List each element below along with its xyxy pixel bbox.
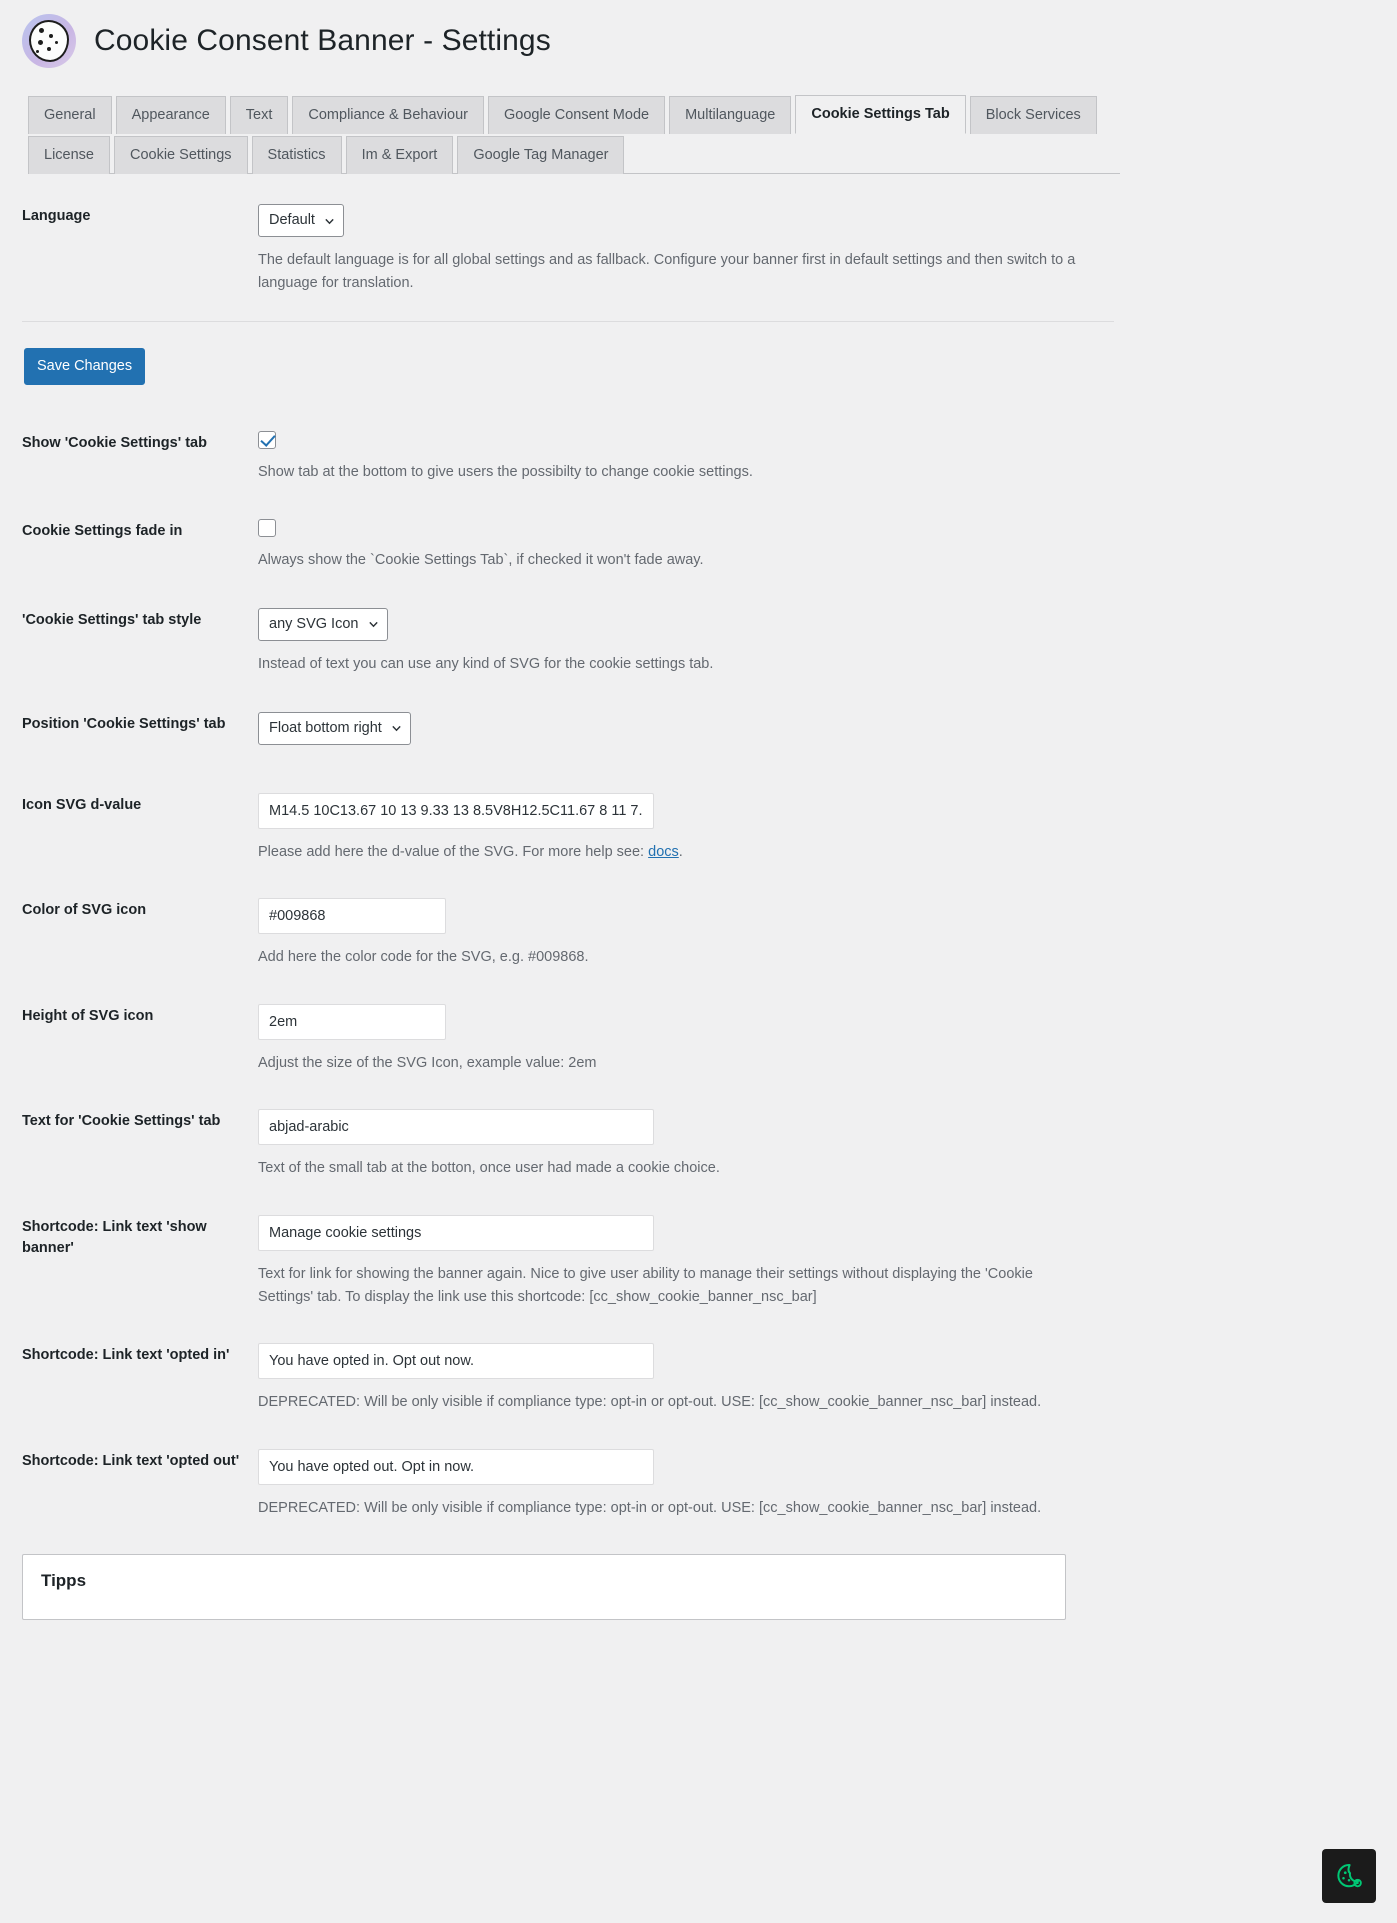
row-tab-style: 'Cookie Settings' tab style any SVG Icon… <box>22 572 1114 676</box>
label-svg-color: Color of SVG icon <box>22 902 147 919</box>
tab-cookie-settings[interactable]: Cookie Settings <box>113 136 248 175</box>
language-select[interactable]: Default <box>258 204 344 238</box>
fade-in-checkbox[interactable] <box>258 518 276 537</box>
label-tab-text: Text for 'Cookie Settings' tab <box>22 1113 221 1130</box>
tab-appearance[interactable]: Appearance <box>115 96 226 135</box>
svg-height-input[interactable] <box>258 1003 446 1040</box>
tab-cookie-settings-tab[interactable]: Cookie Settings Tab <box>795 95 966 135</box>
desc-svg-d-value: Please add here the d-value of the SVG. … <box>258 841 1088 864</box>
desc-tab-style: Instead of text you can use any kind of … <box>258 655 714 672</box>
docs-link[interactable]: docs <box>648 844 679 860</box>
tab-block-services[interactable]: Block Services <box>969 96 1097 135</box>
row-shortcode-opted-in: Shortcode: Link text 'opted in' DEPRECAT… <box>22 1309 1114 1414</box>
tab-multilanguage[interactable]: Multilanguage <box>669 96 792 135</box>
label-show-tab: Show 'Cookie Settings' tab <box>22 435 207 452</box>
tab-im-export[interactable]: Im & Export <box>345 136 454 175</box>
tab-text-input[interactable] <box>258 1109 654 1146</box>
svg-color-input[interactable] <box>258 898 446 935</box>
label-shortcode-opted-out: Shortcode: Link text 'opted out' <box>22 1452 240 1469</box>
row-tab-text: Text for 'Cookie Settings' tab Text of t… <box>22 1075 1114 1180</box>
row-language: Language Default The default language is… <box>22 178 1114 295</box>
settings-form: Language Default The default language is… <box>22 174 1114 1520</box>
tab-row-2: License Cookie Settings Statistics Im & … <box>28 135 1120 175</box>
tab-compliance-behaviour[interactable]: Compliance & Behaviour <box>292 96 484 135</box>
cookie-settings-float-button[interactable] <box>1322 1849 1376 1903</box>
label-svg-height: Height of SVG icon <box>22 1007 154 1024</box>
label-tab-position: Position 'Cookie Settings' tab <box>22 715 226 732</box>
tab-statistics[interactable]: Statistics <box>251 136 342 175</box>
desc-shortcode-show-banner: Text for link for showing the banner aga… <box>258 1265 1033 1305</box>
label-fade-in: Cookie Settings fade in <box>22 522 183 539</box>
desc-svg-color: Add here the color code for the SVG, e.g… <box>258 949 589 966</box>
label-shortcode-show-banner: Shortcode: Link text 'show banner' <box>22 1218 207 1256</box>
shortcode-opted-out-input[interactable] <box>258 1448 654 1485</box>
desc-language: The default language is for all global s… <box>258 252 1076 292</box>
page-title: Cookie Consent Banner - Settings <box>94 24 551 57</box>
save-changes-button[interactable]: Save Changes <box>24 348 146 386</box>
label-shortcode-opted-in: Shortcode: Link text 'opted in' <box>22 1347 230 1364</box>
row-tab-position: Position 'Cookie Settings' tab Float bot… <box>22 676 1114 745</box>
label-svg-d-value: Icon SVG d-value <box>22 796 142 813</box>
row-shortcode-opted-out: Shortcode: Link text 'opted out' DEPRECA… <box>22 1415 1114 1520</box>
shortcode-show-banner-input[interactable] <box>258 1214 654 1251</box>
cookie-icon <box>22 14 76 68</box>
row-cookie-settings-fade-in: Cookie Settings fade in Always show the … <box>22 485 1114 572</box>
tab-row-1: General Appearance Text Compliance & Beh… <box>28 94 1120 135</box>
row-icon-svg-d-value: Icon SVG d-value Please add here the d-v… <box>22 745 1114 864</box>
save-block: Save Changes <box>24 348 1114 386</box>
row-svg-color: Color of SVG icon Add here the color cod… <box>22 864 1114 969</box>
desc-tab-text: Text of the small tab at the botton, onc… <box>258 1160 720 1177</box>
tab-google-consent-mode[interactable]: Google Consent Mode <box>487 96 666 135</box>
desc-svg-d-value-before: Please add here the d-value of the SVG. … <box>258 843 649 860</box>
settings-tabs: General Appearance Text Compliance & Beh… <box>28 94 1120 175</box>
desc-fade-in: Always show the `Cookie Settings Tab`, i… <box>258 551 704 568</box>
tab-license[interactable]: License <box>28 136 110 175</box>
tab-text[interactable]: Text <box>229 96 289 135</box>
tab-position-select[interactable]: Float bottom right <box>258 711 411 745</box>
label-tab-style: 'Cookie Settings' tab style <box>22 611 202 628</box>
tab-general[interactable]: General <box>28 96 112 135</box>
desc-svg-height: Adjust the size of the SVG Icon, example… <box>258 1054 597 1071</box>
label-language: Language <box>22 208 91 225</box>
show-tab-checkbox[interactable] <box>258 431 276 450</box>
divider <box>22 321 1114 323</box>
row-shortcode-show-banner: Shortcode: Link text 'show banner' Text … <box>22 1181 1114 1310</box>
desc-shortcode-opted-in: DEPRECATED: Will be only visible if comp… <box>258 1394 1042 1411</box>
desc-shortcode-opted-out: DEPRECATED: Will be only visible if comp… <box>258 1499 1042 1516</box>
row-show-cookie-settings-tab: Show 'Cookie Settings' tab Show tab at t… <box>22 385 1114 484</box>
tipps-title: Tipps <box>41 1571 87 1591</box>
svg-d-value-input[interactable] <box>258 792 654 829</box>
cookie-settings-icon <box>1337 1863 1362 1888</box>
tab-style-select[interactable]: any SVG Icon <box>258 607 388 641</box>
desc-show-tab: Show tab at the bottom to give users the… <box>258 464 753 481</box>
tab-google-tag-manager[interactable]: Google Tag Manager <box>457 136 625 175</box>
tipps-panel: Tipps <box>22 1554 1066 1621</box>
shortcode-opted-in-input[interactable] <box>258 1343 654 1380</box>
row-svg-height: Height of SVG icon Adjust the size of th… <box>22 970 1114 1075</box>
page-header: Cookie Consent Banner - Settings <box>0 0 1397 68</box>
desc-svg-d-value-after: . <box>678 843 683 860</box>
